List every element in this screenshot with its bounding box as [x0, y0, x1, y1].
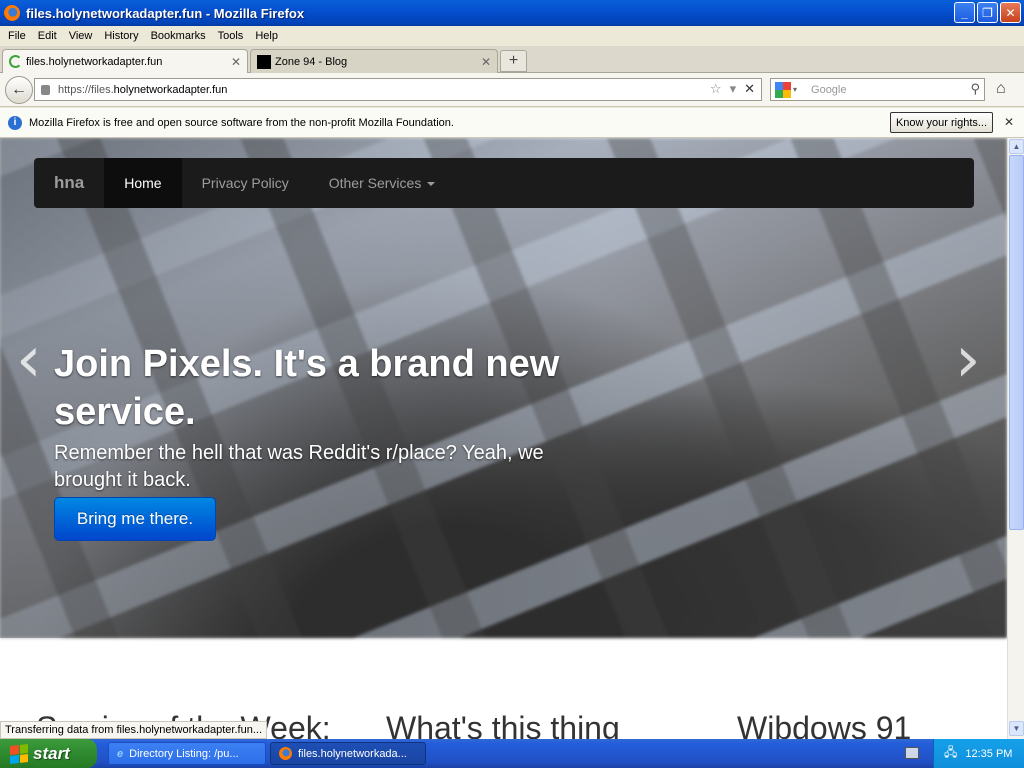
menu-view[interactable]: View: [63, 30, 99, 42]
google-logo-icon: [775, 81, 791, 98]
status-text: Transferring data from files.holynetwork…: [5, 724, 262, 736]
new-tab-button[interactable]: +: [500, 50, 527, 72]
nav-privacy-label: Privacy Policy: [201, 175, 289, 191]
carousel-next-arrow[interactable]: ›: [955, 328, 981, 392]
taskbar-item-directory-listing[interactable]: e Directory Listing: /pu...: [108, 742, 266, 765]
bookmark-star-icon[interactable]: ☆: [710, 81, 722, 97]
menu-help[interactable]: Help: [249, 30, 284, 42]
engine-dropdown-icon[interactable]: ▾: [793, 85, 797, 94]
zone94-favicon-icon: [257, 54, 271, 69]
search-placeholder: Google: [811, 83, 847, 96]
caret-down-icon: [427, 182, 436, 186]
whats-this-heading: What's this thing: [386, 710, 620, 739]
start-label: start: [33, 743, 70, 763]
stop-icon[interactable]: ✕: [744, 81, 755, 97]
hero-subtext: Remember the hell that was Reddit's r/pl…: [54, 442, 544, 491]
url-bar[interactable]: https://files. holynetworkadapter.fun ☆ ▾…: [34, 78, 762, 101]
tab-close-icon[interactable]: ✕: [481, 55, 491, 69]
nav-home-label: Home: [124, 175, 162, 191]
hero-heading: Join Pixels. It's a brand new service.: [54, 343, 560, 433]
close-window-button[interactable]: ✕: [1000, 2, 1021, 23]
vertical-scrollbar[interactable]: ▲ ▼: [1007, 138, 1024, 739]
keyboard-icon[interactable]: [905, 747, 919, 759]
network-icon[interactable]: 🖧: [944, 743, 957, 764]
status-bar: Transferring data from files.holynetwork…: [0, 721, 267, 739]
bring-me-there-button[interactable]: Bring me there.: [54, 497, 216, 541]
know-your-rights-button[interactable]: Know your rights...: [890, 112, 993, 133]
menu-bookmarks[interactable]: Bookmarks: [145, 30, 212, 42]
page-viewport: hna Home Privacy Policy Other Services ‹…: [0, 138, 1007, 739]
system-tray: 🖧 12:35 PM: [933, 739, 1024, 768]
window-controls: _ ❐ ✕: [954, 2, 1021, 23]
url-domain: holynetworkadapter.fun: [113, 83, 228, 96]
tab-zone94-blog[interactable]: Zone 94 - Blog ✕: [250, 49, 498, 73]
scroll-down-arrow-icon[interactable]: ▼: [1009, 721, 1024, 736]
scroll-up-arrow-icon[interactable]: ▲: [1009, 139, 1024, 154]
firefox-icon: [279, 747, 292, 760]
history-dropdown-icon[interactable]: ▾: [730, 81, 737, 97]
windows-logo-icon: [10, 743, 28, 764]
menu-tools[interactable]: Tools: [212, 30, 250, 42]
taskbar-item-label: files.holynetworkada...: [298, 747, 407, 760]
navigation-toolbar: ← https://files. holynetworkadapter.fun ☆…: [0, 73, 1024, 107]
window-title: files.holynetworkadapter.fun - Mozilla F…: [26, 5, 305, 21]
wibdows-91-heading: Wibdows 91: [737, 710, 912, 739]
carousel-prev-arrow[interactable]: ‹: [16, 328, 42, 392]
firefox-logo-icon: [4, 5, 20, 21]
home-button[interactable]: ⌂: [996, 80, 1006, 98]
url-prefix: https://files.: [58, 83, 114, 96]
menu-bar: File Edit View History Bookmarks Tools H…: [0, 26, 1024, 46]
scrollbar-thumb[interactable]: [1009, 155, 1024, 530]
info-icon: i: [8, 115, 22, 130]
tab-holynetworkadapter[interactable]: files.holynetworkadapter.fun ✕: [2, 49, 248, 73]
minimize-button[interactable]: _: [954, 2, 975, 23]
menu-edit[interactable]: Edit: [32, 30, 63, 42]
windows-taskbar: start e Directory Listing: /pu... files.…: [0, 739, 1024, 768]
nav-other-services-label: Other Services: [328, 175, 422, 191]
notification-bar: i Mozilla Firefox is free and open sourc…: [0, 108, 1024, 138]
tab-strip: files.holynetworkadapter.fun ✕ Zone 94 -…: [0, 46, 1024, 73]
site-brand[interactable]: hna: [34, 158, 104, 208]
start-button[interactable]: start: [0, 739, 97, 768]
taskbar-item-label: Directory Listing: /pu...: [129, 747, 239, 760]
search-icon[interactable]: ⚲: [970, 81, 980, 97]
taskbar-item-firefox[interactable]: files.holynetworkada...: [270, 742, 426, 765]
site-navbar: hna Home Privacy Policy Other Services: [34, 158, 974, 208]
tab-label: Zone 94 - Blog: [275, 55, 348, 68]
nav-privacy-policy[interactable]: Privacy Policy: [182, 158, 309, 208]
search-bar[interactable]: ▾ Google ⚲: [770, 78, 985, 101]
nav-home[interactable]: Home: [104, 158, 182, 208]
notification-close-icon[interactable]: ✕: [1004, 115, 1014, 129]
menu-file[interactable]: File: [2, 30, 32, 42]
internet-explorer-icon: e: [117, 747, 124, 760]
tab-close-icon[interactable]: ✕: [231, 55, 241, 69]
clock[interactable]: 12:35 PM: [965, 748, 1012, 760]
menu-history[interactable]: History: [98, 30, 144, 42]
maximize-button[interactable]: ❐: [977, 2, 998, 23]
tab-label: files.holynetworkadapter.fun: [26, 55, 163, 68]
hero-caption: Join Pixels. It's a brand new service. R…: [54, 340, 594, 494]
notification-text: Mozilla Firefox is free and open source …: [29, 116, 454, 129]
nav-other-services[interactable]: Other Services: [309, 158, 456, 208]
back-button[interactable]: ←: [5, 76, 33, 104]
lock-icon: [41, 84, 50, 95]
loading-spinner-icon: [9, 55, 22, 68]
window-titlebar: files.holynetworkadapter.fun - Mozilla F…: [0, 0, 1024, 26]
